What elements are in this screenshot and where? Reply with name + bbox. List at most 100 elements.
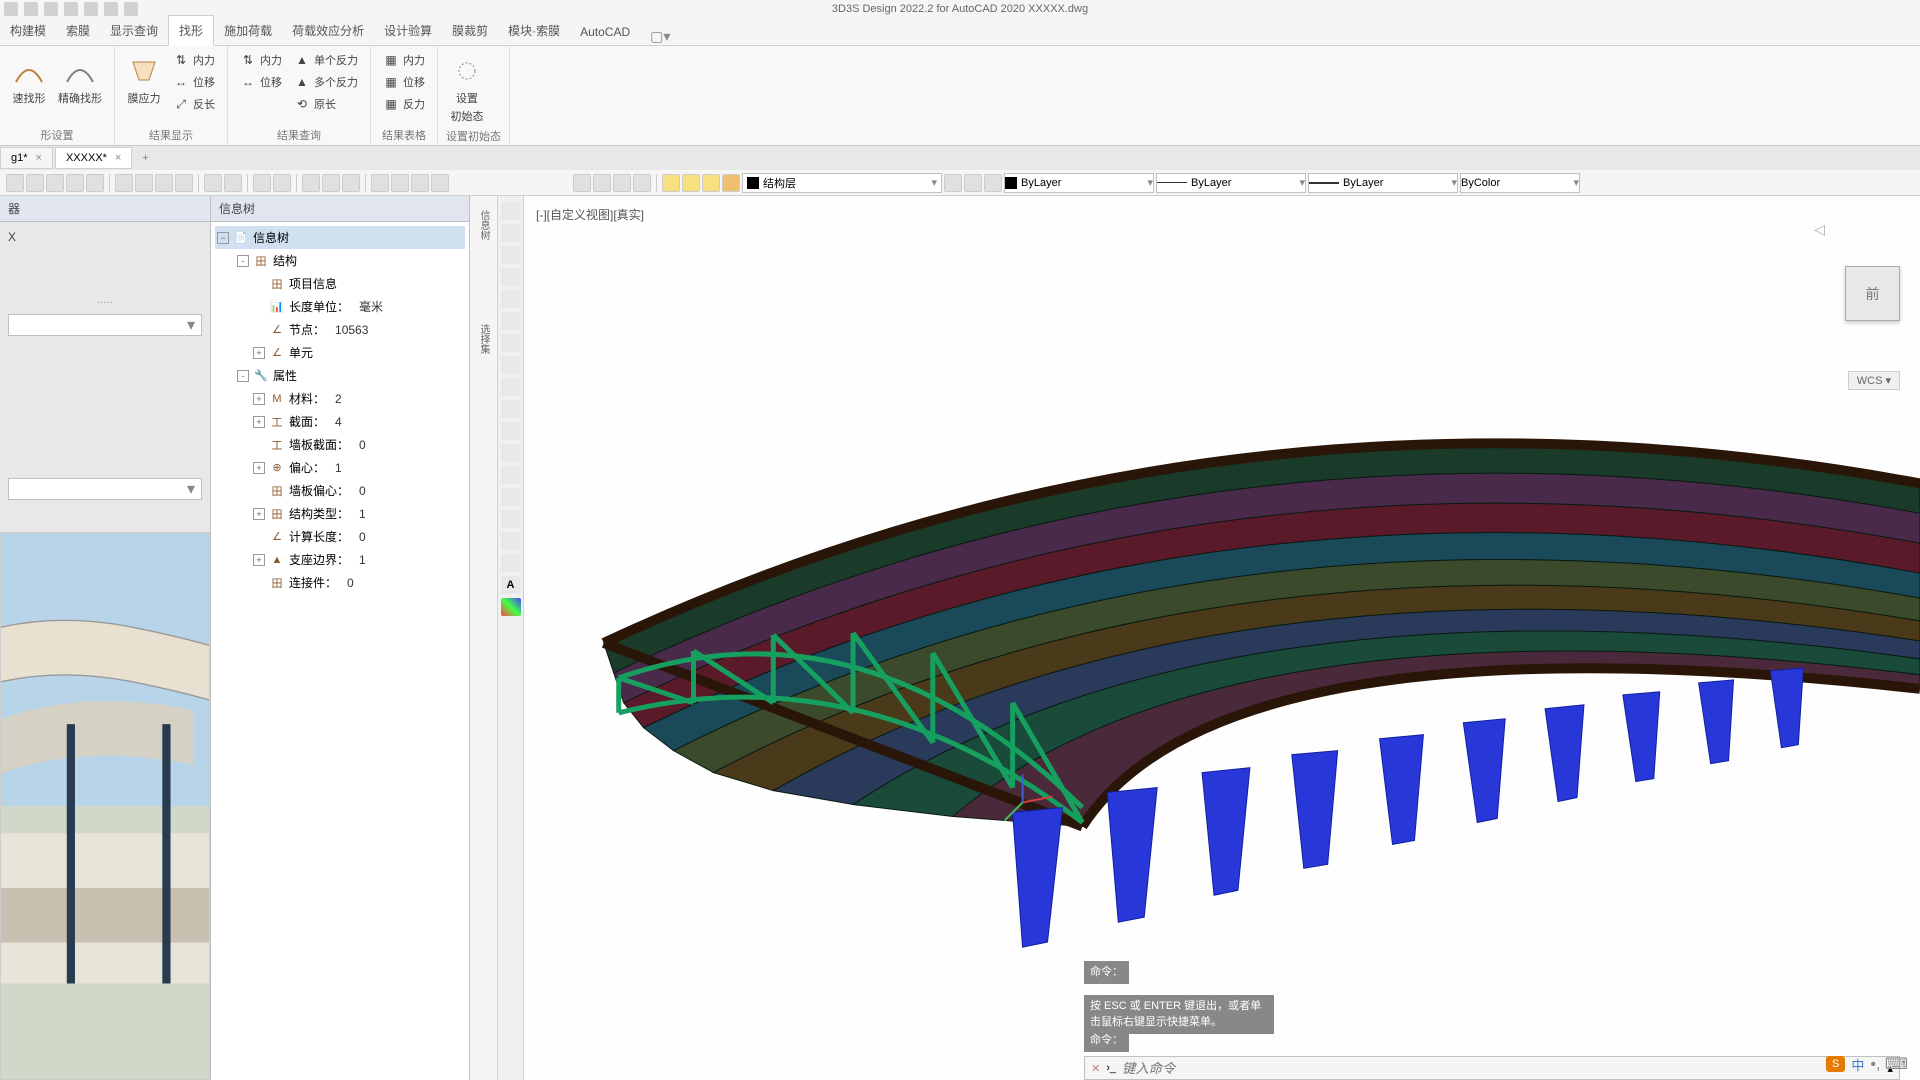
close-icon[interactable]: ×: [115, 152, 121, 164]
tool-icon[interactable]: [501, 554, 521, 572]
ribbon-tab[interactable]: AutoCAD: [570, 19, 640, 45]
toolbar-icon[interactable]: [155, 174, 173, 192]
doc-tab-active[interactable]: XXXXX* ×: [55, 147, 132, 169]
expand-icon[interactable]: +: [253, 462, 265, 474]
ime-badge[interactable]: S: [1826, 1056, 1845, 1072]
plotstyle-dropdown[interactable]: ByColor ▾: [1460, 173, 1580, 193]
tree-item[interactable]: +田结构类型：1: [215, 502, 465, 525]
tree-item[interactable]: 工墙板截面：0: [215, 433, 465, 456]
tool-icon[interactable]: [501, 466, 521, 484]
tree-item[interactable]: -田结构: [215, 249, 465, 272]
command-line[interactable]: ✕ ›_ ▴: [1084, 1056, 1900, 1080]
multi-reaction-button[interactable]: ▲多个反力: [290, 72, 362, 92]
bulb-icon[interactable]: [702, 174, 720, 192]
ribbon-tab[interactable]: 显示查询: [100, 16, 168, 45]
draw-pline-icon[interactable]: [501, 224, 521, 242]
toolbar-icon[interactable]: [224, 174, 242, 192]
tool-icon[interactable]: [501, 422, 521, 440]
tool-icon[interactable]: [501, 532, 521, 550]
qat-icon[interactable]: [124, 2, 138, 16]
tree-body[interactable]: − 📄 信息树 -田结构田项目信息📊长度单位：毫米∠节点：10563+∠单元-🔧…: [211, 222, 469, 1080]
tree-item[interactable]: 田墙板偏心：0: [215, 479, 465, 502]
layer-dropdown[interactable]: 结构层 ▾: [742, 173, 942, 193]
table-disp-button[interactable]: ▦位移: [379, 72, 429, 92]
displacement-button[interactable]: ↔位移: [169, 72, 219, 92]
lineweight-dropdown[interactable]: ByLayer ▾: [1308, 173, 1458, 193]
tree-item[interactable]: +工截面：4: [215, 410, 465, 433]
toolbar-icon[interactable]: [411, 174, 429, 192]
toolbar-icon[interactable]: [66, 174, 84, 192]
draw-rect-icon[interactable]: [501, 290, 521, 308]
tool-icon[interactable]: [501, 510, 521, 528]
toolbar-icon[interactable]: [431, 174, 449, 192]
qat-icon[interactable]: [104, 2, 118, 16]
draw-line-icon[interactable]: [501, 202, 521, 220]
tree-item[interactable]: +▲支座边界：1: [215, 548, 465, 571]
toolbar-icon[interactable]: [86, 174, 104, 192]
ribbon-tab-active[interactable]: 找形: [168, 15, 214, 46]
tree-item[interactable]: 田连接件：0: [215, 571, 465, 594]
text-icon[interactable]: A: [501, 576, 521, 594]
expand-icon[interactable]: +: [253, 554, 265, 566]
ribbon-tab[interactable]: 荷载效应分析: [282, 16, 374, 45]
tree-item[interactable]: ∠节点：10563: [215, 318, 465, 341]
tree-item[interactable]: +∠单元: [215, 341, 465, 364]
tree-item[interactable]: 📊长度单位：毫米: [215, 295, 465, 318]
toolbar-icon[interactable]: [6, 174, 24, 192]
quick-form-button[interactable]: 速找形: [8, 50, 50, 110]
toolbar-icon[interactable]: [204, 174, 222, 192]
toolbar-icon[interactable]: [573, 174, 591, 192]
pan-icon[interactable]: [302, 174, 320, 192]
query-disp-button[interactable]: ↔位移: [236, 72, 286, 92]
ribbon-tab[interactable]: 模块·索膜: [498, 16, 570, 45]
toolbar-icon[interactable]: [175, 174, 193, 192]
toolbar-icon[interactable]: [613, 174, 631, 192]
add-tab-button[interactable]: +: [134, 148, 156, 168]
tool-icon[interactable]: [501, 444, 521, 462]
precise-form-button[interactable]: 精确找形: [54, 50, 106, 110]
draw-circle-icon[interactable]: [501, 246, 521, 264]
bulb-icon[interactable]: [682, 174, 700, 192]
doc-tab[interactable]: g1* ×: [0, 147, 53, 169]
tool-icon[interactable]: [501, 488, 521, 506]
qat-icon[interactable]: [84, 2, 98, 16]
toolbar-icon[interactable]: [26, 174, 44, 192]
ribbon-tab[interactable]: 膜裁剪: [442, 16, 498, 45]
single-reaction-button[interactable]: ▲单个反力: [290, 50, 362, 70]
lock-icon[interactable]: [722, 174, 740, 192]
tree-item[interactable]: ∠计算长度：0: [215, 525, 465, 548]
ime-lang[interactable]: 中: [1851, 1055, 1864, 1074]
query-force-button[interactable]: ⇅内力: [236, 50, 286, 70]
collapse-icon[interactable]: −: [217, 232, 229, 244]
table-reaction-button[interactable]: ▦反力: [379, 94, 429, 114]
toolbar-icon[interactable]: [593, 174, 611, 192]
toolbar-icon[interactable]: [944, 174, 962, 192]
tree-item[interactable]: 田项目信息: [215, 272, 465, 295]
qat-icon[interactable]: [64, 2, 78, 16]
set-initial-button[interactable]: 设置 初始态: [446, 50, 488, 128]
expand-icon[interactable]: -: [237, 255, 249, 267]
toolbar-icon[interactable]: [984, 174, 1002, 192]
toolbar-icon[interactable]: [135, 174, 153, 192]
draw-arc-icon[interactable]: [501, 268, 521, 286]
expand-icon[interactable]: +: [253, 508, 265, 520]
ribbon-tab[interactable]: 设计验算: [374, 16, 442, 45]
tree-root[interactable]: − 📄 信息树: [215, 226, 465, 249]
tool-icon[interactable]: [501, 598, 521, 616]
tree-item[interactable]: -🔧属性: [215, 364, 465, 387]
expand-icon[interactable]: +: [253, 416, 265, 428]
toolbar-icon[interactable]: [371, 174, 389, 192]
viewport[interactable]: [-][自定义视图][真实] ◁ 前 WCS ▾: [524, 196, 1920, 1080]
ime-more-icon[interactable]: •, ⌨: [1870, 1054, 1908, 1074]
toolbar-icon[interactable]: [342, 174, 360, 192]
table-force-button[interactable]: ▦内力: [379, 50, 429, 70]
ribbon-help-icon[interactable]: ▢▾: [650, 28, 670, 45]
toolbar-icon[interactable]: [633, 174, 651, 192]
ribbon-tab[interactable]: 构建模: [0, 16, 56, 45]
ribbon-tab[interactable]: 施加荷载: [214, 16, 282, 45]
tree-item[interactable]: +⊕偏心：1: [215, 456, 465, 479]
draw-hatch-icon[interactable]: [501, 378, 521, 396]
qat-icon[interactable]: [44, 2, 58, 16]
draw-poly-icon[interactable]: [501, 312, 521, 330]
dropdown[interactable]: ▾: [8, 314, 202, 336]
